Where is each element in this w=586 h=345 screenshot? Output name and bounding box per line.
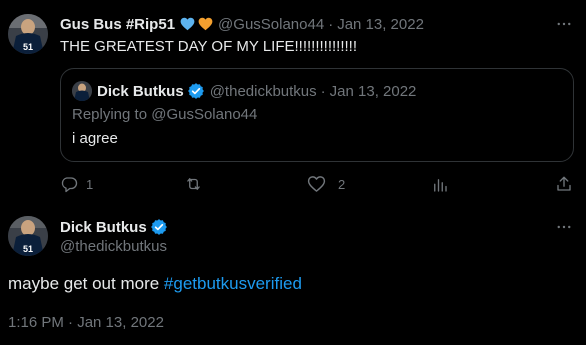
blue-heart-icon xyxy=(180,17,195,31)
quoted-tweet-card[interactable]: Dick Butkus @thedickbutkus · Jan 13, 202… xyxy=(60,68,574,162)
quoted-tweet-text: i agree xyxy=(72,130,118,147)
main-display-name[interactable]: Dick Butkus xyxy=(60,219,147,236)
main-jersey-number: 51 xyxy=(23,244,33,254)
replying-to: Replying to @GusSolano44 xyxy=(72,106,258,123)
handle[interactable]: @GusSolano44 xyxy=(218,16,324,33)
parent-tweet-header: Gus Bus #Rip51 @GusSolano44 · Jan 13, 20… xyxy=(60,14,424,34)
retweet-icon xyxy=(187,178,200,190)
reply-count: 1 xyxy=(86,176,94,192)
hashtag-link[interactable]: #getbutkusverified xyxy=(164,274,302,293)
retweet-button[interactable] xyxy=(184,175,211,193)
quoted-handle: @thedickbutkus xyxy=(209,82,317,100)
verified-badge-icon[interactable] xyxy=(150,218,168,236)
like-icon xyxy=(307,176,326,192)
main-more-options-icon[interactable] xyxy=(555,218,573,236)
display-name[interactable]: Gus Bus #Rip51 xyxy=(60,16,175,33)
analytics-icon xyxy=(434,179,447,192)
quoted-display-name: Dick Butkus xyxy=(97,82,184,100)
share-button[interactable] xyxy=(555,175,573,193)
tweet-date[interactable]: Jan 13, 2022 xyxy=(337,16,424,33)
main-avatar[interactable]: 51 xyxy=(8,216,48,256)
quoted-avatar-image xyxy=(72,81,92,101)
main-tweet-header: Dick Butkus xyxy=(60,217,168,237)
main-tweet-text: maybe get out more #getbutkusverified xyxy=(8,273,302,295)
avatar[interactable]: 51 xyxy=(8,14,48,54)
quoted-tweet-header: Dick Butkus @thedickbutkus · Jan 13, 202… xyxy=(97,81,416,101)
reply-button[interactable]: 1 xyxy=(60,175,93,193)
quoted-date: Jan 13, 2022 xyxy=(329,82,417,100)
separator: · xyxy=(328,15,334,33)
quoted-separator: · xyxy=(320,82,326,100)
like-button[interactable]: 2 xyxy=(307,175,345,193)
main-handle[interactable]: @thedickbutkus xyxy=(60,237,167,257)
verified-badge-icon xyxy=(187,83,204,99)
analytics-button[interactable] xyxy=(431,176,449,194)
jersey-number: 51 xyxy=(23,42,33,52)
tweet-text: THE GREATEST DAY OF MY LIFE!!!!!!!!!!!!!… xyxy=(60,38,358,55)
reply-icon xyxy=(61,177,78,193)
avatar-image: 51 xyxy=(8,14,48,54)
share-icon xyxy=(557,176,571,191)
orange-heart-icon xyxy=(198,17,213,31)
more-options-icon[interactable] xyxy=(555,15,573,33)
main-avatar-image: 51 xyxy=(8,216,48,256)
quoted-avatar xyxy=(72,81,92,101)
like-count: 2 xyxy=(338,176,346,192)
main-tweet-timestamp[interactable]: 1:16 PM · Jan 13, 2022 xyxy=(8,313,164,333)
main-tweet-text-prefix: maybe get out more xyxy=(8,274,164,293)
